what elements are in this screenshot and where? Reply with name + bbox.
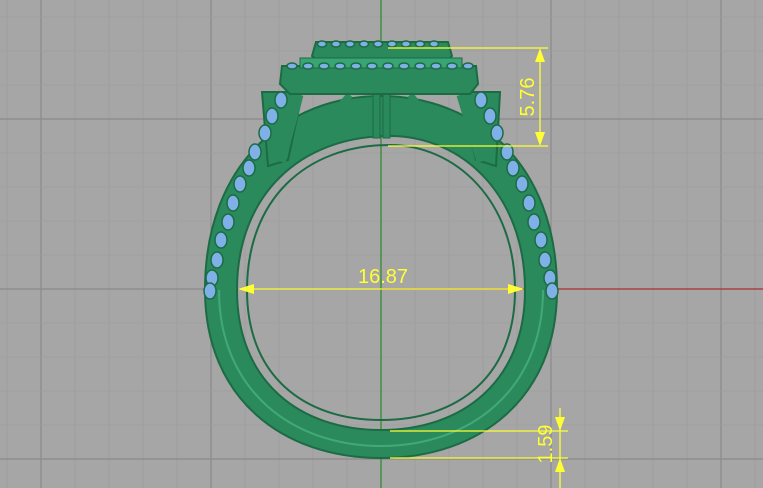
stone (286, 62, 298, 70)
stone (386, 40, 398, 48)
stone (382, 62, 394, 70)
stone (538, 251, 552, 269)
stone (233, 175, 247, 193)
stone (446, 62, 458, 70)
stone (506, 159, 520, 177)
stone (527, 213, 541, 231)
stone (221, 213, 235, 231)
stone (545, 282, 559, 300)
stone (265, 107, 279, 125)
stone (242, 159, 256, 177)
stone (334, 62, 346, 70)
3d-viewport[interactable]: 16.87 5.76 1.59 (0, 0, 763, 488)
arrow-down-icon (535, 132, 545, 146)
stone (316, 40, 328, 48)
arrow-up-icon (535, 48, 545, 62)
arrow-left-icon (238, 284, 254, 294)
stone (522, 194, 536, 212)
arrow-right-icon (508, 284, 524, 294)
stone (330, 40, 342, 48)
stone (214, 231, 228, 249)
stone (302, 62, 314, 70)
stone (226, 194, 240, 212)
dim-label-diameter: 16.87 (358, 266, 408, 288)
stone (490, 124, 504, 142)
halo-lower (278, 65, 480, 95)
stone (428, 40, 440, 48)
stone (366, 62, 378, 70)
stone (344, 40, 356, 48)
stone (372, 40, 384, 48)
stone (430, 62, 442, 70)
stone (483, 107, 497, 125)
stone (318, 62, 330, 70)
stone (358, 40, 370, 48)
stone (210, 251, 224, 269)
stone (400, 40, 412, 48)
stone (414, 62, 426, 70)
dim-label-band: 1.59 (535, 425, 557, 464)
stone (350, 62, 362, 70)
stone (474, 91, 488, 109)
stone (515, 175, 529, 193)
stone (414, 40, 426, 48)
stone (398, 62, 410, 70)
dim-label-head: 5.76 (517, 78, 539, 117)
viewport-canvas: 16.87 5.76 1.59 (0, 0, 763, 488)
stone (462, 62, 474, 70)
stone (534, 231, 548, 249)
stone (248, 143, 262, 161)
stone (203, 282, 217, 300)
stone (258, 124, 272, 142)
stone (274, 91, 288, 109)
